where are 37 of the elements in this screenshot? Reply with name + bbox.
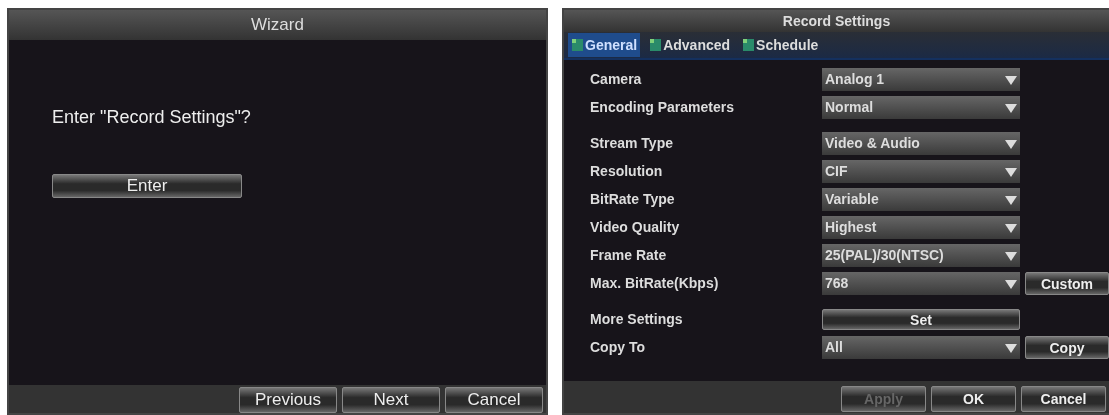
field-label: Camera (590, 70, 643, 89)
dropdown[interactable]: Highest (822, 216, 1020, 239)
tab-icon (742, 37, 756, 53)
dropdown[interactable]: Video & Audio (822, 132, 1020, 155)
field-label: Frame Rate (590, 246, 668, 265)
side-button[interactable]: Custom (1025, 272, 1109, 295)
dropdown[interactable]: Variable (822, 188, 1020, 211)
dropdown[interactable]: CIF (822, 160, 1020, 183)
tab-icon (649, 37, 663, 53)
tab-icon (571, 37, 584, 53)
footer-button[interactable]: Cancel (1021, 386, 1106, 412)
window-title: Record Settings (564, 10, 1109, 32)
field-label: Stream Type (590, 134, 674, 153)
set-button[interactable]: Set (822, 309, 1020, 330)
dropdown[interactable]: Normal (822, 96, 1020, 119)
tab[interactable]: General (568, 33, 641, 57)
footer-button[interactable]: Previous (239, 387, 337, 413)
side-button[interactable]: Copy (1025, 336, 1109, 359)
window-title: Wizard (9, 10, 546, 40)
footer-button[interactable]: Next (342, 387, 440, 413)
enter-button[interactable]: Enter (52, 174, 242, 198)
dropdown[interactable]: Analog 1 (822, 68, 1020, 91)
tab[interactable]: Advanced (646, 33, 734, 57)
field-label: Max. BitRate(Kbps) (590, 274, 720, 293)
dropdown[interactable]: All (822, 336, 1020, 359)
field-label: More Settings (590, 310, 684, 329)
field-label: Encoding Parameters (590, 98, 735, 117)
footer-button[interactable]: Cancel (445, 387, 543, 413)
prompt-text: Enter "Record Settings"? (52, 106, 252, 129)
field-label: Video Quality (590, 218, 681, 237)
dropdown[interactable]: 768 (822, 272, 1020, 295)
footer-button[interactable]: OK (931, 386, 1016, 412)
dropdown[interactable]: 25(PAL)/30(NTSC) (822, 244, 1020, 267)
tab[interactable]: Schedule (739, 33, 822, 57)
field-label: Copy To (590, 338, 646, 357)
field-label: BitRate Type (590, 190, 676, 209)
field-label: Resolution (590, 162, 664, 181)
